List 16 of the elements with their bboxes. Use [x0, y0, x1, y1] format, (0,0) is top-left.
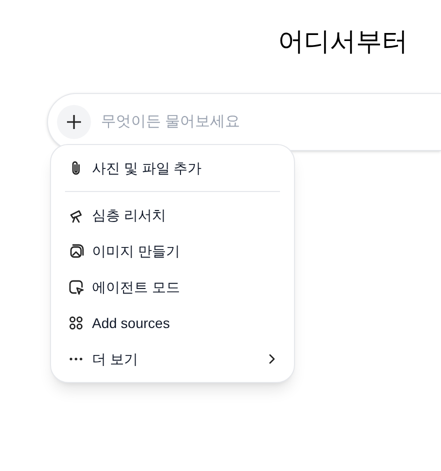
prompt-input[interactable]: 무엇이든 물어보세요 — [101, 110, 401, 134]
prompt-field[interactable]: 무엇이든 물어보세요 — [47, 93, 441, 151]
menu-item[interactable]: Add sources — [59, 305, 286, 341]
nodes-icon — [68, 315, 84, 331]
menu-item[interactable]: 심층 리서치 — [59, 197, 286, 233]
menu-item[interactable]: 더 보기 — [59, 341, 286, 377]
menu-item[interactable]: 에이전트 모드 — [59, 269, 286, 305]
menu-item[interactable]: 사진 및 파일 추가 — [59, 150, 286, 186]
image-icon — [68, 243, 84, 259]
chevron-right-icon — [267, 353, 277, 365]
plus-icon — [66, 114, 82, 130]
add-button[interactable] — [57, 105, 91, 139]
menu-item[interactable]: 이미지 만들기 — [59, 233, 286, 269]
heading: 어디서부터 — [278, 25, 408, 58]
cursor-icon — [68, 279, 84, 295]
ellipsis-icon — [69, 357, 83, 361]
